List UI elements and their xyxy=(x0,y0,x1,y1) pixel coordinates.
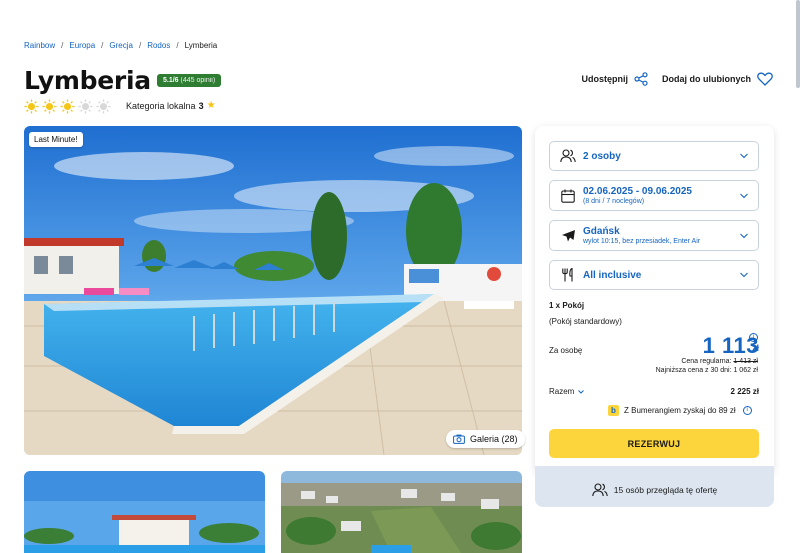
category-label: Kategoria lokalna xyxy=(126,100,196,111)
flight-details: wylot 10:15, bez przesiadek, Enter Air xyxy=(583,238,701,245)
rating-badge[interactable]: 5.1/6 (445 opinii) xyxy=(157,74,222,87)
people-icon xyxy=(592,482,608,496)
camera-icon xyxy=(453,434,465,444)
info-icon[interactable]: i xyxy=(742,406,752,415)
breadcrumb-separator: / xyxy=(101,41,104,50)
favorite-button[interactable]: Dodaj do ulubionych xyxy=(662,72,773,86)
board-selector[interactable]: All inclusive xyxy=(549,260,759,290)
price-currency: zł xyxy=(752,343,760,353)
sun-icon xyxy=(24,99,39,114)
regular-price-line: Cena regularna: 1 413 zł xyxy=(681,358,758,365)
hotel-title: Lymberia xyxy=(24,66,151,95)
breadcrumb-separator: / xyxy=(61,41,64,50)
breadcrumb-link-europa[interactable]: Europa xyxy=(69,41,95,50)
reserve-button[interactable]: REZERWUJ xyxy=(549,429,759,458)
cutlery-icon xyxy=(560,267,576,283)
star-icon: ★ xyxy=(206,100,216,111)
chevron-down-icon xyxy=(578,389,585,394)
departure-city: Gdańsk xyxy=(583,226,620,237)
bumerang-offer[interactable]: b Z Bumerangiem zyskaj do 89 zł i xyxy=(608,405,752,416)
dates-value: 02.06.2025 - 09.06.2025 xyxy=(583,186,692,197)
per-person-label: Za osobę xyxy=(549,346,583,355)
hotel-actions: Udostępnij Dodaj do ulubionych xyxy=(582,72,774,86)
total-toggle[interactable]: Razem xyxy=(549,387,585,396)
local-category: Kategoria lokalna 3 ★ xyxy=(126,100,216,111)
regular-price-value: 1 413 zł xyxy=(733,358,758,365)
viewers-info: 15 osób przegląda tę ofertę xyxy=(535,466,774,507)
breadcrumb-link-grecja[interactable]: Grecja xyxy=(109,41,133,50)
last-minute-badge: Last Minute! xyxy=(29,132,83,147)
chevron-down-icon xyxy=(740,153,748,159)
rating-review-count: (445 opinii) xyxy=(180,77,216,84)
hotel-sun-rating xyxy=(24,99,111,114)
sun-icon xyxy=(60,99,75,114)
heart-icon xyxy=(757,72,773,86)
breadcrumb-separator: / xyxy=(138,41,142,50)
regular-price-label: Cena regularna: xyxy=(681,358,732,365)
page-scrollbar[interactable] xyxy=(796,0,800,88)
calendar-icon xyxy=(560,188,576,204)
lowest-price-label: Najniższa cena z 30 dni: xyxy=(655,367,732,374)
sun-icon xyxy=(42,99,57,114)
sun-icon-empty xyxy=(96,99,111,114)
dates-selector[interactable]: 02.06.2025 - 09.06.2025 (8 dni / 7 nocle… xyxy=(549,180,759,211)
info-icon[interactable]: i xyxy=(749,333,758,342)
gallery-button[interactable]: Galeria (28) xyxy=(446,430,525,448)
departure-selector[interactable]: Gdańsk wylot 10:15, bez przesiadek, Ente… xyxy=(549,220,759,251)
favorite-label: Dodaj do ulubionych xyxy=(662,74,751,84)
plane-icon xyxy=(560,228,576,244)
breadcrumb-link-rodos[interactable]: Rodos xyxy=(147,41,170,50)
breadcrumb: Rainbow / Europa / Grecja / Rodos / Lymb… xyxy=(24,41,217,50)
rating-score: 5.1/6 xyxy=(163,77,179,84)
photo-thumbnail[interactable] xyxy=(281,471,522,553)
chevron-down-icon xyxy=(740,233,748,238)
gallery-label: Galeria (28) xyxy=(470,434,518,444)
lowest-price-line: Najniższa cena z 30 dni: 1 062 zł xyxy=(656,367,758,374)
breadcrumb-separator: / xyxy=(176,41,179,50)
board-value: All inclusive xyxy=(583,269,642,281)
people-value: 2 osoby xyxy=(583,150,621,162)
viewers-text: 15 osób przegląda tę ofertę xyxy=(613,484,718,495)
sun-icon-empty xyxy=(78,99,93,114)
bumerang-text: Z Bumerangiem zyskaj do 89 zł xyxy=(624,406,736,415)
share-button[interactable]: Udostępnij xyxy=(582,72,649,86)
booking-panel xyxy=(535,126,774,474)
dates-duration: (8 dni / 7 noclegów) xyxy=(583,198,645,205)
photo-thumbnail[interactable] xyxy=(24,471,265,553)
people-icon xyxy=(560,148,576,164)
breadcrumb-current: Lymberia xyxy=(184,41,218,50)
share-label: Udostępnij xyxy=(581,74,629,84)
category-value: 3 xyxy=(198,100,204,111)
total-price: 2 225 zł xyxy=(730,387,759,396)
breadcrumb-link-rainbow[interactable]: Rainbow xyxy=(24,41,55,50)
people-selector[interactable]: 2 osoby xyxy=(549,141,759,171)
room-count: 1 x Pokój xyxy=(549,301,585,310)
total-label: Razem xyxy=(549,387,575,396)
bumerang-logo-icon: b xyxy=(608,405,619,416)
chevron-down-icon xyxy=(740,272,748,278)
room-type: (Pokój standardowy) xyxy=(549,317,622,326)
hero-photo[interactable] xyxy=(24,126,522,455)
chevron-down-icon xyxy=(740,193,748,198)
share-icon xyxy=(634,72,648,86)
lowest-price-value: 1 062 zł xyxy=(733,367,758,374)
